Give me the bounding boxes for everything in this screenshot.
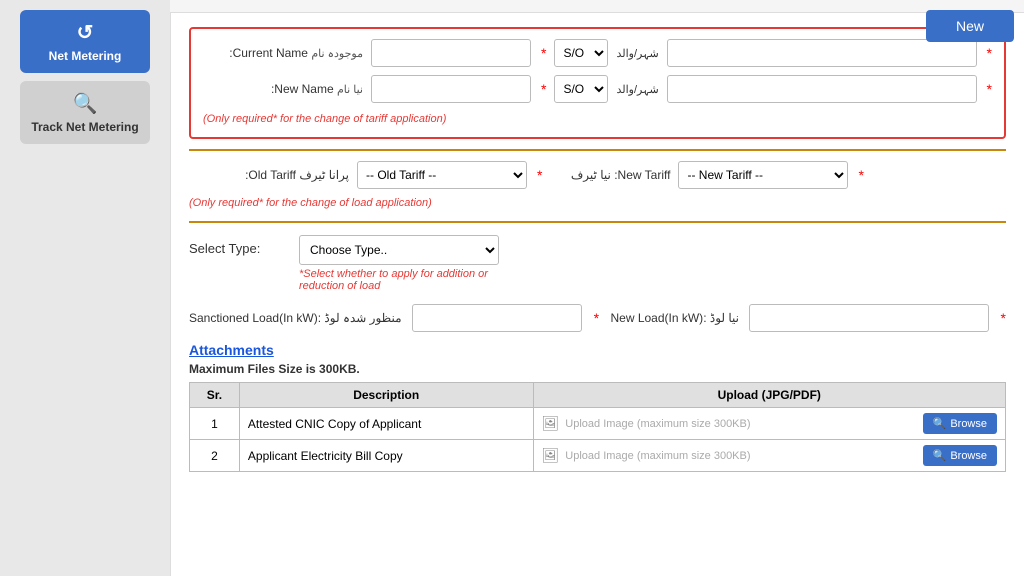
row1-upload-cell: 🖼 Upload Image (maximum size 300KB) 🔍 Br…: [533, 408, 1006, 440]
track-net-metering-icon: 🔍: [73, 91, 98, 116]
new-name-star: *: [541, 81, 546, 97]
current-name-parent-input[interactable]: [667, 39, 977, 67]
row1-sr: 1: [190, 408, 240, 440]
old-tariff-select[interactable]: -- Old Tariff --: [357, 161, 527, 189]
new-tariff-star: *: [858, 167, 863, 183]
max-size-note: Maximum Files Size is 300KB.: [189, 362, 1006, 376]
tariff-row: پرانا ٹیرف Old Tariff: -- Old Tariff -- …: [189, 161, 1006, 189]
sidebar-item-track-net-metering-label: Track Net Metering: [31, 120, 138, 134]
sidebar: ↺ Net Metering 🔍 Track Net Metering: [0, 0, 170, 576]
sidebar-item-net-metering-label: Net Metering: [49, 49, 122, 63]
current-name-relation-select[interactable]: S/O D/O W/O: [554, 39, 608, 67]
row2-upload-wrapper: 🖼 Upload Image (maximum size 300KB) 🔍 Br…: [542, 445, 998, 466]
main-content: موجودہ نام Current Name: * S/O D/O W/O ش…: [170, 13, 1024, 576]
current-name-row: موجودہ نام Current Name: * S/O D/O W/O ش…: [203, 39, 992, 67]
name-section-warning: (Only required* for the change of tariff…: [203, 111, 992, 127]
sanctioned-load-label: منظور شدہ لوڈ :Sanctioned Load(In kW): [189, 311, 402, 325]
new-tariff-select[interactable]: -- New Tariff --: [678, 161, 848, 189]
new-name-label: نیا نام New Name:: [203, 82, 363, 96]
new-name-parent-input[interactable]: [667, 75, 977, 103]
row1-browse-button[interactable]: 🔍 Browse: [923, 413, 997, 434]
select-type-row: Select Type: Choose Type.. Addition Redu…: [189, 235, 1006, 292]
row1-upload-placeholder: Upload Image (maximum size 300KB): [565, 418, 916, 430]
new-load-input[interactable]: [749, 304, 989, 332]
new-name-input[interactable]: [371, 75, 531, 103]
new-name-relation-select[interactable]: S/O D/O W/O: [554, 75, 608, 103]
row2-upload-placeholder: Upload Image (maximum size 300KB): [565, 450, 916, 462]
current-name-relation-label: شہر/والد: [616, 47, 658, 60]
select-type-right: Choose Type.. Addition Reduction *Select…: [299, 235, 499, 292]
select-type-warning: *Select whether to apply for addition or…: [299, 268, 499, 292]
sidebar-item-track-net-metering[interactable]: 🔍 Track Net Metering: [20, 81, 150, 144]
type-select[interactable]: Choose Type.. Addition Reduction: [299, 235, 499, 265]
current-name-input[interactable]: [371, 39, 531, 67]
current-name-star: *: [541, 45, 546, 61]
row1-browse-icon: 🔍: [933, 417, 947, 430]
new-name-relation-label: شہر/والد: [616, 83, 658, 96]
net-metering-icon: ↺: [77, 20, 94, 45]
divider-1: [189, 149, 1006, 151]
row2-browse-label: Browse: [950, 450, 987, 462]
row1-description: Attested CNIC Copy of Applicant: [239, 408, 533, 440]
select-type-section: Select Type: Choose Type.. Addition Redu…: [189, 235, 1006, 292]
name-section: موجودہ نام Current Name: * S/O D/O W/O ش…: [189, 27, 1006, 139]
row2-browse-icon: 🔍: [933, 449, 947, 462]
load-section: منظور شدہ لوڈ :Sanctioned Load(In kW) * …: [189, 304, 1006, 332]
top-bar: New: [170, 0, 1024, 13]
row2-description: Applicant Electricity Bill Copy: [239, 440, 533, 472]
new-name-row: نیا نام New Name: * S/O D/O W/O شہر/والد…: [203, 75, 992, 103]
col-description: Description: [239, 383, 533, 408]
current-name-parent-star: *: [987, 45, 992, 61]
row1-image-icon: 🖼: [542, 415, 560, 432]
attachments-table: Sr. Description Upload (JPG/PDF) 1 Attes…: [189, 382, 1006, 472]
row2-image-icon: 🖼: [542, 447, 560, 464]
table-row: 1 Attested CNIC Copy of Applicant 🖼 Uplo…: [190, 408, 1006, 440]
row2-browse-button[interactable]: 🔍 Browse: [923, 445, 997, 466]
current-name-label: موجودہ نام Current Name:: [203, 46, 363, 60]
new-button[interactable]: New: [926, 10, 1014, 42]
sanctioned-load-input[interactable]: [412, 304, 582, 332]
new-load-label: نیا لوڈ :New Load(In kW): [609, 311, 739, 325]
row1-browse-label: Browse: [950, 418, 987, 430]
divider-2: [189, 221, 1006, 223]
tariff-warning: (Only required* for the change of load a…: [189, 195, 1006, 211]
main-wrapper: New موجودہ نام Current Name: * S/O D/O W…: [170, 0, 1024, 576]
row1-upload-wrapper: 🖼 Upload Image (maximum size 300KB) 🔍 Br…: [542, 413, 998, 434]
col-sr: Sr.: [190, 383, 240, 408]
select-type-label: Select Type:: [189, 235, 289, 256]
row2-upload-cell: 🖼 Upload Image (maximum size 300KB) 🔍 Br…: [533, 440, 1006, 472]
sanctioned-load-star: *: [594, 310, 599, 326]
attachments-title[interactable]: Attachments: [189, 342, 1006, 358]
old-tariff-star: *: [537, 167, 542, 183]
old-tariff-label: پرانا ٹیرف Old Tariff:: [189, 168, 349, 182]
new-tariff-label: New Tariff: نیا ٹیرف: [550, 168, 670, 182]
new-load-star: *: [1001, 310, 1006, 326]
table-row: 2 Applicant Electricity Bill Copy 🖼 Uplo…: [190, 440, 1006, 472]
sidebar-item-net-metering[interactable]: ↺ Net Metering: [20, 10, 150, 73]
col-upload: Upload (JPG/PDF): [533, 383, 1006, 408]
new-name-parent-star: *: [987, 81, 992, 97]
row2-sr: 2: [190, 440, 240, 472]
attachments-section: Attachments Maximum Files Size is 300KB.…: [189, 342, 1006, 472]
tariff-section: پرانا ٹیرف Old Tariff: -- Old Tariff -- …: [189, 161, 1006, 211]
